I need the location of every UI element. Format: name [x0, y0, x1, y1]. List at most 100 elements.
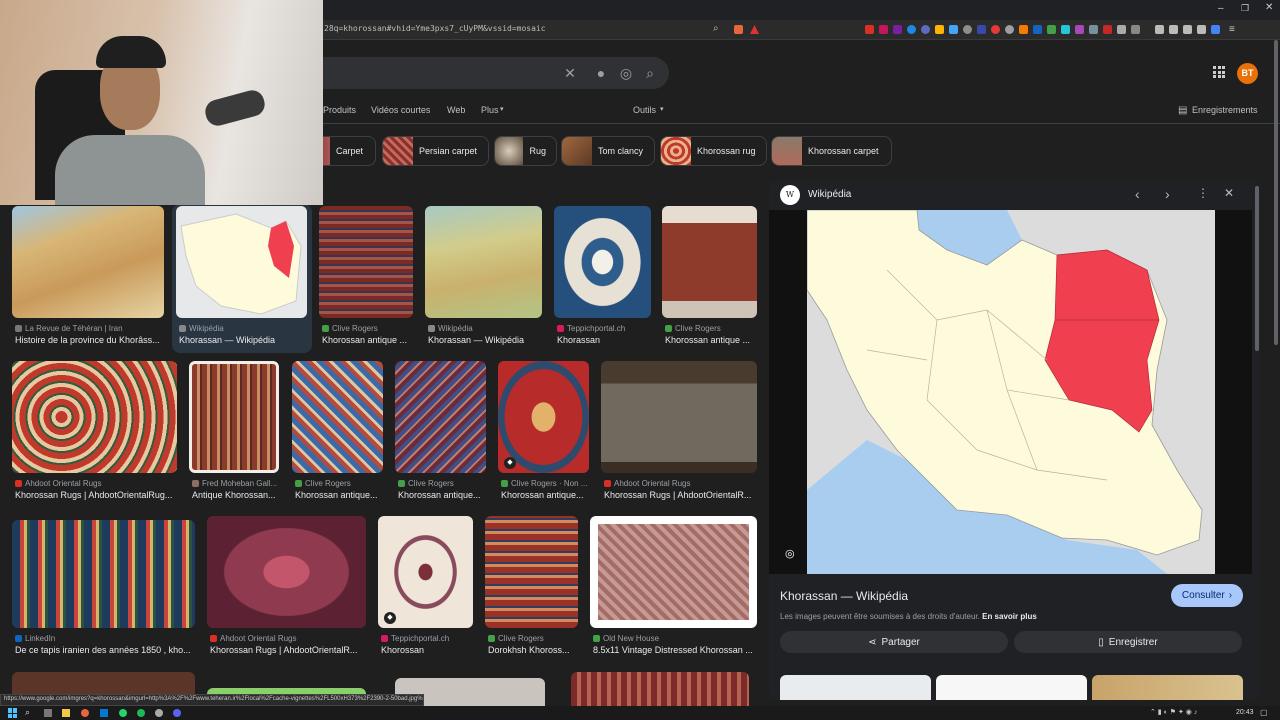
result-image-rug[interactable]: ◆ — [378, 516, 473, 628]
result-title[interactable]: Khorossan antique ... — [322, 335, 417, 345]
extension-icon[interactable] — [865, 25, 874, 34]
whatsapp-icon[interactable] — [119, 709, 127, 717]
extension-icon[interactable] — [1005, 25, 1014, 34]
tab-tools[interactable]: Outils — [633, 105, 656, 115]
result-title[interactable]: Khorassan — Wikipédia — [179, 335, 307, 345]
related-image[interactable] — [780, 675, 931, 700]
result-image-rug[interactable] — [571, 672, 749, 706]
app-icon[interactable] — [155, 709, 163, 717]
tab-short-videos[interactable]: Vidéos courtes — [371, 105, 430, 115]
spotify-icon[interactable] — [137, 709, 145, 717]
prev-arrow-icon[interactable]: ‹ — [1135, 186, 1140, 202]
extension-icon[interactable] — [1075, 25, 1084, 34]
chip-khorossan-carpet[interactable]: Khorossan carpet — [771, 136, 892, 166]
result-title[interactable]: 8.5x11 Vintage Distressed Khorossan ... — [593, 645, 757, 655]
account-avatar[interactable]: BT — [1237, 63, 1258, 84]
extension-icon[interactable] — [1033, 25, 1042, 34]
result-title[interactable]: Khorossan Rugs | AhdootOrientalRug... — [15, 490, 177, 500]
file-explorer-icon[interactable] — [62, 709, 70, 717]
clock[interactable]: 20:43 — [1236, 709, 1254, 716]
result-title[interactable]: Khorossan Rugs | AhdootOrientalR... — [210, 645, 366, 655]
clear-icon[interactable]: ✕ — [562, 65, 578, 81]
related-image[interactable] — [1092, 675, 1243, 700]
bookmark-icon[interactable] — [1197, 25, 1206, 34]
minimize-icon[interactable]: – — [1218, 3, 1224, 14]
extension-icon[interactable] — [1061, 25, 1070, 34]
brave-shield-icon[interactable] — [734, 25, 743, 34]
tab-web[interactable]: Web — [447, 105, 465, 115]
saved-link[interactable]: Enregistrements — [1192, 105, 1258, 115]
next-arrow-icon[interactable]: › — [1165, 186, 1170, 202]
result-image-rug[interactable] — [189, 361, 279, 473]
chip-khorossan-rug[interactable]: Khorossan rug — [660, 136, 767, 166]
save-button[interactable]: ▯ Enregistrer — [1014, 631, 1242, 653]
vpn-icon[interactable] — [1211, 25, 1220, 34]
result-image-rug[interactable] — [395, 361, 486, 473]
discord-icon[interactable] — [173, 709, 181, 717]
app-icon[interactable] — [100, 709, 108, 717]
search-box[interactable]: ✕ ● ◎ ⌕ — [300, 57, 669, 89]
rewards-icon[interactable] — [750, 25, 759, 34]
extension-icon[interactable] — [977, 25, 986, 34]
extension-icon[interactable] — [991, 25, 1000, 34]
close-icon[interactable]: ✕ — [1224, 186, 1234, 200]
result-title[interactable]: Khorossan Rugs | AhdootOrientalR... — [604, 490, 756, 500]
lens-icon[interactable]: ◎ — [618, 65, 634, 81]
result-title[interactable]: Khorossan — [381, 645, 473, 655]
tab-products[interactable]: Produits — [323, 105, 356, 115]
result-title[interactable]: Antique Khorossan... — [192, 490, 278, 500]
media-icon[interactable] — [1155, 25, 1164, 34]
extension-icon[interactable] — [1131, 25, 1140, 34]
result-image-rug[interactable] — [485, 516, 578, 628]
page-scrollbar[interactable] — [1274, 40, 1278, 345]
url-text[interactable]: 28q=khorossan#vhid=Yme3pxs7_cUyPM&vssid=… — [324, 24, 704, 33]
result-title[interactable]: De ce tapis iranien des années 1850 , kh… — [15, 645, 195, 655]
result-title[interactable]: Khorossan antique... — [398, 490, 486, 500]
extension-icon[interactable] — [907, 25, 916, 34]
extension-icon[interactable] — [963, 25, 972, 34]
extension-icon[interactable] — [1103, 25, 1112, 34]
result-image-iran-map[interactable] — [176, 206, 307, 318]
result-title[interactable]: Khorossan antique... — [295, 490, 383, 500]
extension-icon[interactable] — [921, 25, 930, 34]
extension-icon[interactable] — [879, 25, 888, 34]
mic-icon[interactable]: ● — [593, 65, 609, 81]
wallet-icon[interactable] — [1183, 25, 1192, 34]
result-image-rug[interactable] — [319, 206, 413, 318]
tray-icons[interactable]: ⌃ ▮ ◐ ⚑ ✦ ◉ ♪ — [1150, 708, 1197, 716]
result-image-rug[interactable] — [207, 516, 366, 628]
start-icon[interactable] — [8, 708, 18, 718]
extension-icon[interactable] — [935, 25, 944, 34]
search-icon[interactable]: ⌕ — [25, 707, 30, 718]
lens-search-icon[interactable]: ◎ — [785, 547, 799, 561]
visit-button[interactable]: Consulter › — [1171, 584, 1243, 607]
extension-icon[interactable] — [949, 25, 958, 34]
result-title[interactable]: Dorokhsh Khoross... — [488, 645, 578, 655]
share-button[interactable]: ⋖ Partager — [780, 631, 1008, 653]
chip-persian-carpet[interactable]: Persian carpet — [382, 136, 489, 166]
panel-scrollbar[interactable] — [1255, 186, 1259, 351]
result-image-rug[interactable] — [590, 516, 757, 628]
chip-tom-clancy[interactable]: Tom clancy — [561, 136, 655, 166]
extension-icon[interactable] — [1089, 25, 1098, 34]
apps-grid-icon[interactable] — [1213, 66, 1225, 78]
result-image-rug[interactable]: ◆ — [498, 361, 589, 473]
sidebar-icon[interactable] — [1169, 25, 1178, 34]
tab-more[interactable]: Plus — [481, 105, 499, 115]
more-options-icon[interactable]: ⋮ — [1197, 186, 1209, 200]
result-title[interactable]: Khorossan antique ... — [665, 335, 757, 345]
result-image-rug[interactable] — [601, 361, 757, 473]
result-image-rug[interactable] — [12, 520, 195, 628]
brave-icon[interactable] — [81, 709, 89, 717]
learn-more-link[interactable]: En savoir plus — [982, 612, 1037, 621]
chip-rug[interactable]: Rug — [494, 136, 557, 166]
result-image-rug[interactable] — [12, 361, 177, 473]
extension-icon[interactable] — [1019, 25, 1028, 34]
task-view-icon[interactable] — [44, 709, 52, 717]
address-bar[interactable]: 28q=khorossan#vhid=Yme3pxs7_cUyPM&vssid=… — [320, 20, 1280, 40]
result-image-rug[interactable] — [554, 206, 651, 318]
notification-icon[interactable]: ▢ — [1260, 708, 1268, 717]
result-title[interactable]: Khorassan — [557, 335, 652, 345]
result-title[interactable]: Khorossan antique... — [501, 490, 589, 500]
restore-icon[interactable]: ❐ — [1241, 3, 1249, 14]
